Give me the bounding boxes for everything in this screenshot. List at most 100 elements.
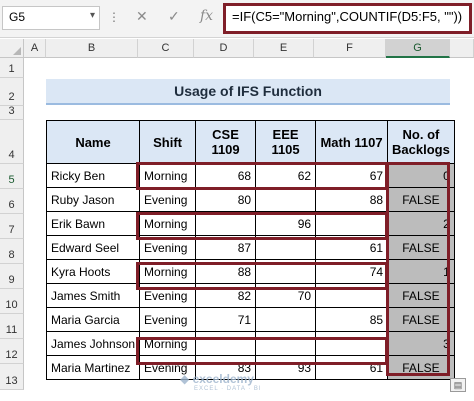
table-row: Kyra Hoots Morning 88 74 1	[45, 259, 455, 284]
watermark-tagline: EXCEL · DATA · BI	[194, 386, 262, 392]
cell-math[interactable]	[315, 211, 389, 236]
header-name[interactable]: Name	[45, 120, 141, 164]
column-header-f[interactable]: F	[314, 39, 386, 58]
cell-cse[interactable]: 71	[195, 307, 257, 332]
cell-backlogs[interactable]: 2	[387, 211, 455, 236]
cell-eee[interactable]: 70	[255, 283, 317, 308]
cell-shift[interactable]: Evening	[139, 187, 197, 212]
row-header-2[interactable]: 2	[0, 78, 24, 106]
row-header-4[interactable]: 4	[0, 120, 24, 164]
cell-name[interactable]: James Johnson	[45, 331, 141, 356]
row-header-10[interactable]: 10	[0, 289, 24, 314]
cell-name[interactable]: James Smith	[45, 283, 141, 308]
cell-math[interactable]	[315, 283, 389, 308]
row-header-11[interactable]: 11	[0, 314, 24, 339]
cell-name[interactable]: Ruby Jason	[45, 187, 141, 212]
table-row: Erik Bawn Morning 96 2	[45, 211, 455, 236]
cell-shift[interactable]: Evening	[139, 235, 197, 260]
row-header-6[interactable]: 6	[0, 189, 24, 214]
column-header-c[interactable]: C	[138, 39, 194, 58]
cell-name[interactable]: Maria Garcia	[45, 307, 141, 332]
column-header-e[interactable]: E	[254, 39, 314, 58]
table-row: James Johnson Morning 3	[45, 331, 455, 356]
cell-cse[interactable]: 68	[195, 163, 257, 188]
sheet-title[interactable]: Usage of IFS Function	[46, 79, 450, 105]
row-header-8[interactable]: 8	[0, 239, 24, 264]
formula-input[interactable]: =IF(C5="Morning",COUNTIF(D5:F5, ""))	[223, 3, 472, 34]
cell-cse[interactable]: 82	[195, 283, 257, 308]
column-header-d[interactable]: D	[194, 39, 254, 58]
cell-cse[interactable]: 80	[195, 187, 257, 212]
name-box-value: G5	[9, 10, 26, 24]
column-header-a[interactable]: A	[24, 39, 46, 58]
cell-cse[interactable]: 87	[195, 235, 257, 260]
more-icon[interactable]: ⋮	[108, 10, 121, 24]
row-header-9[interactable]: 9	[0, 264, 24, 289]
cell-math[interactable]: 61	[315, 235, 389, 260]
cell-backlogs[interactable]: 1	[387, 259, 455, 284]
row-header-7[interactable]: 7	[0, 214, 24, 239]
column-header-h[interactable]	[450, 39, 474, 58]
cell-shift[interactable]: Evening	[139, 307, 197, 332]
cell-eee[interactable]	[255, 235, 317, 260]
cell-backlogs[interactable]: FALSE	[387, 235, 455, 260]
header-backlogs[interactable]: No. of Backlogs	[387, 120, 455, 164]
cancel-icon[interactable]: ✕	[136, 8, 148, 25]
select-all-corner[interactable]	[0, 39, 24, 58]
table-row: Edward Seel Evening 87 61 FALSE	[45, 235, 455, 260]
cell-eee[interactable]	[255, 259, 317, 284]
watermark-brand: exceldemy	[192, 372, 254, 386]
cell-backlogs[interactable]: FALSE	[387, 283, 455, 308]
cell-math[interactable]: 88	[315, 187, 389, 212]
cell-shift[interactable]: Morning	[139, 331, 197, 356]
table-row: James Smith Evening 82 70 FALSE	[45, 283, 455, 308]
cell-eee[interactable]: 93	[255, 355, 317, 380]
cell-eee[interactable]	[255, 187, 317, 212]
cell-backlogs[interactable]: FALSE	[387, 355, 455, 380]
column-header-b[interactable]: B	[46, 39, 138, 58]
cell-shift[interactable]: Morning	[139, 259, 197, 284]
data-table: Name Shift CSE 1109 EEE 1105 Math 1107 N…	[45, 120, 455, 380]
cell-backlogs[interactable]: FALSE	[387, 307, 455, 332]
cell-name[interactable]: Edward Seel	[45, 235, 141, 260]
row-header-12[interactable]: 12	[0, 339, 24, 364]
watermark-logo-icon: ◆	[180, 372, 190, 386]
cell-cse[interactable]: 88	[195, 259, 257, 284]
cell-backlogs[interactable]: 0	[387, 163, 455, 188]
cell-name[interactable]: Ricky Ben	[45, 163, 141, 188]
cell-math[interactable]	[315, 331, 389, 356]
cell-eee[interactable]	[255, 331, 317, 356]
cell-name[interactable]: Maria Martinez	[45, 355, 141, 380]
column-header-g[interactable]: G	[386, 39, 450, 58]
cell-eee[interactable]: 62	[255, 163, 317, 188]
cell-shift[interactable]: Evening	[139, 283, 197, 308]
insert-function-icon[interactable]: fx	[200, 8, 213, 24]
cell-shift[interactable]: Morning	[139, 211, 197, 236]
cell-math[interactable]: 74	[315, 259, 389, 284]
enter-icon[interactable]: ✓	[168, 8, 180, 25]
cell-cse[interactable]	[195, 211, 257, 236]
cell-eee[interactable]: 96	[255, 211, 317, 236]
cell-math[interactable]: 67	[315, 163, 389, 188]
cell-name[interactable]: Erik Bawn	[45, 211, 141, 236]
cell-math[interactable]: 85	[315, 307, 389, 332]
row-header-1[interactable]: 1	[0, 58, 24, 78]
cell-shift[interactable]: Morning	[139, 163, 197, 188]
cell-cse[interactable]	[195, 331, 257, 356]
cell-backlogs[interactable]: FALSE	[387, 187, 455, 212]
header-cse-1109[interactable]: CSE 1109	[195, 120, 257, 164]
header-shift[interactable]: Shift	[139, 120, 197, 164]
header-math-1107[interactable]: Math 1107	[315, 120, 389, 164]
cell-backlogs[interactable]: 3	[387, 331, 455, 356]
cell-math[interactable]: 61	[315, 355, 389, 380]
header-eee-1105[interactable]: EEE 1105	[255, 120, 317, 164]
chevron-down-icon[interactable]: ▾	[90, 10, 95, 21]
row-header-5[interactable]: 5	[0, 164, 24, 189]
row-header-13[interactable]: 13	[0, 364, 24, 390]
paste-options-icon[interactable]: ▤	[450, 378, 466, 392]
cell-name[interactable]: Kyra Hoots	[45, 259, 141, 284]
name-box[interactable]: G5 ▾	[2, 6, 100, 30]
cell-eee[interactable]	[255, 307, 317, 332]
table-row: Ricky Ben Morning 68 62 67 0	[45, 163, 455, 188]
row-header-3[interactable]: 3	[0, 105, 24, 120]
